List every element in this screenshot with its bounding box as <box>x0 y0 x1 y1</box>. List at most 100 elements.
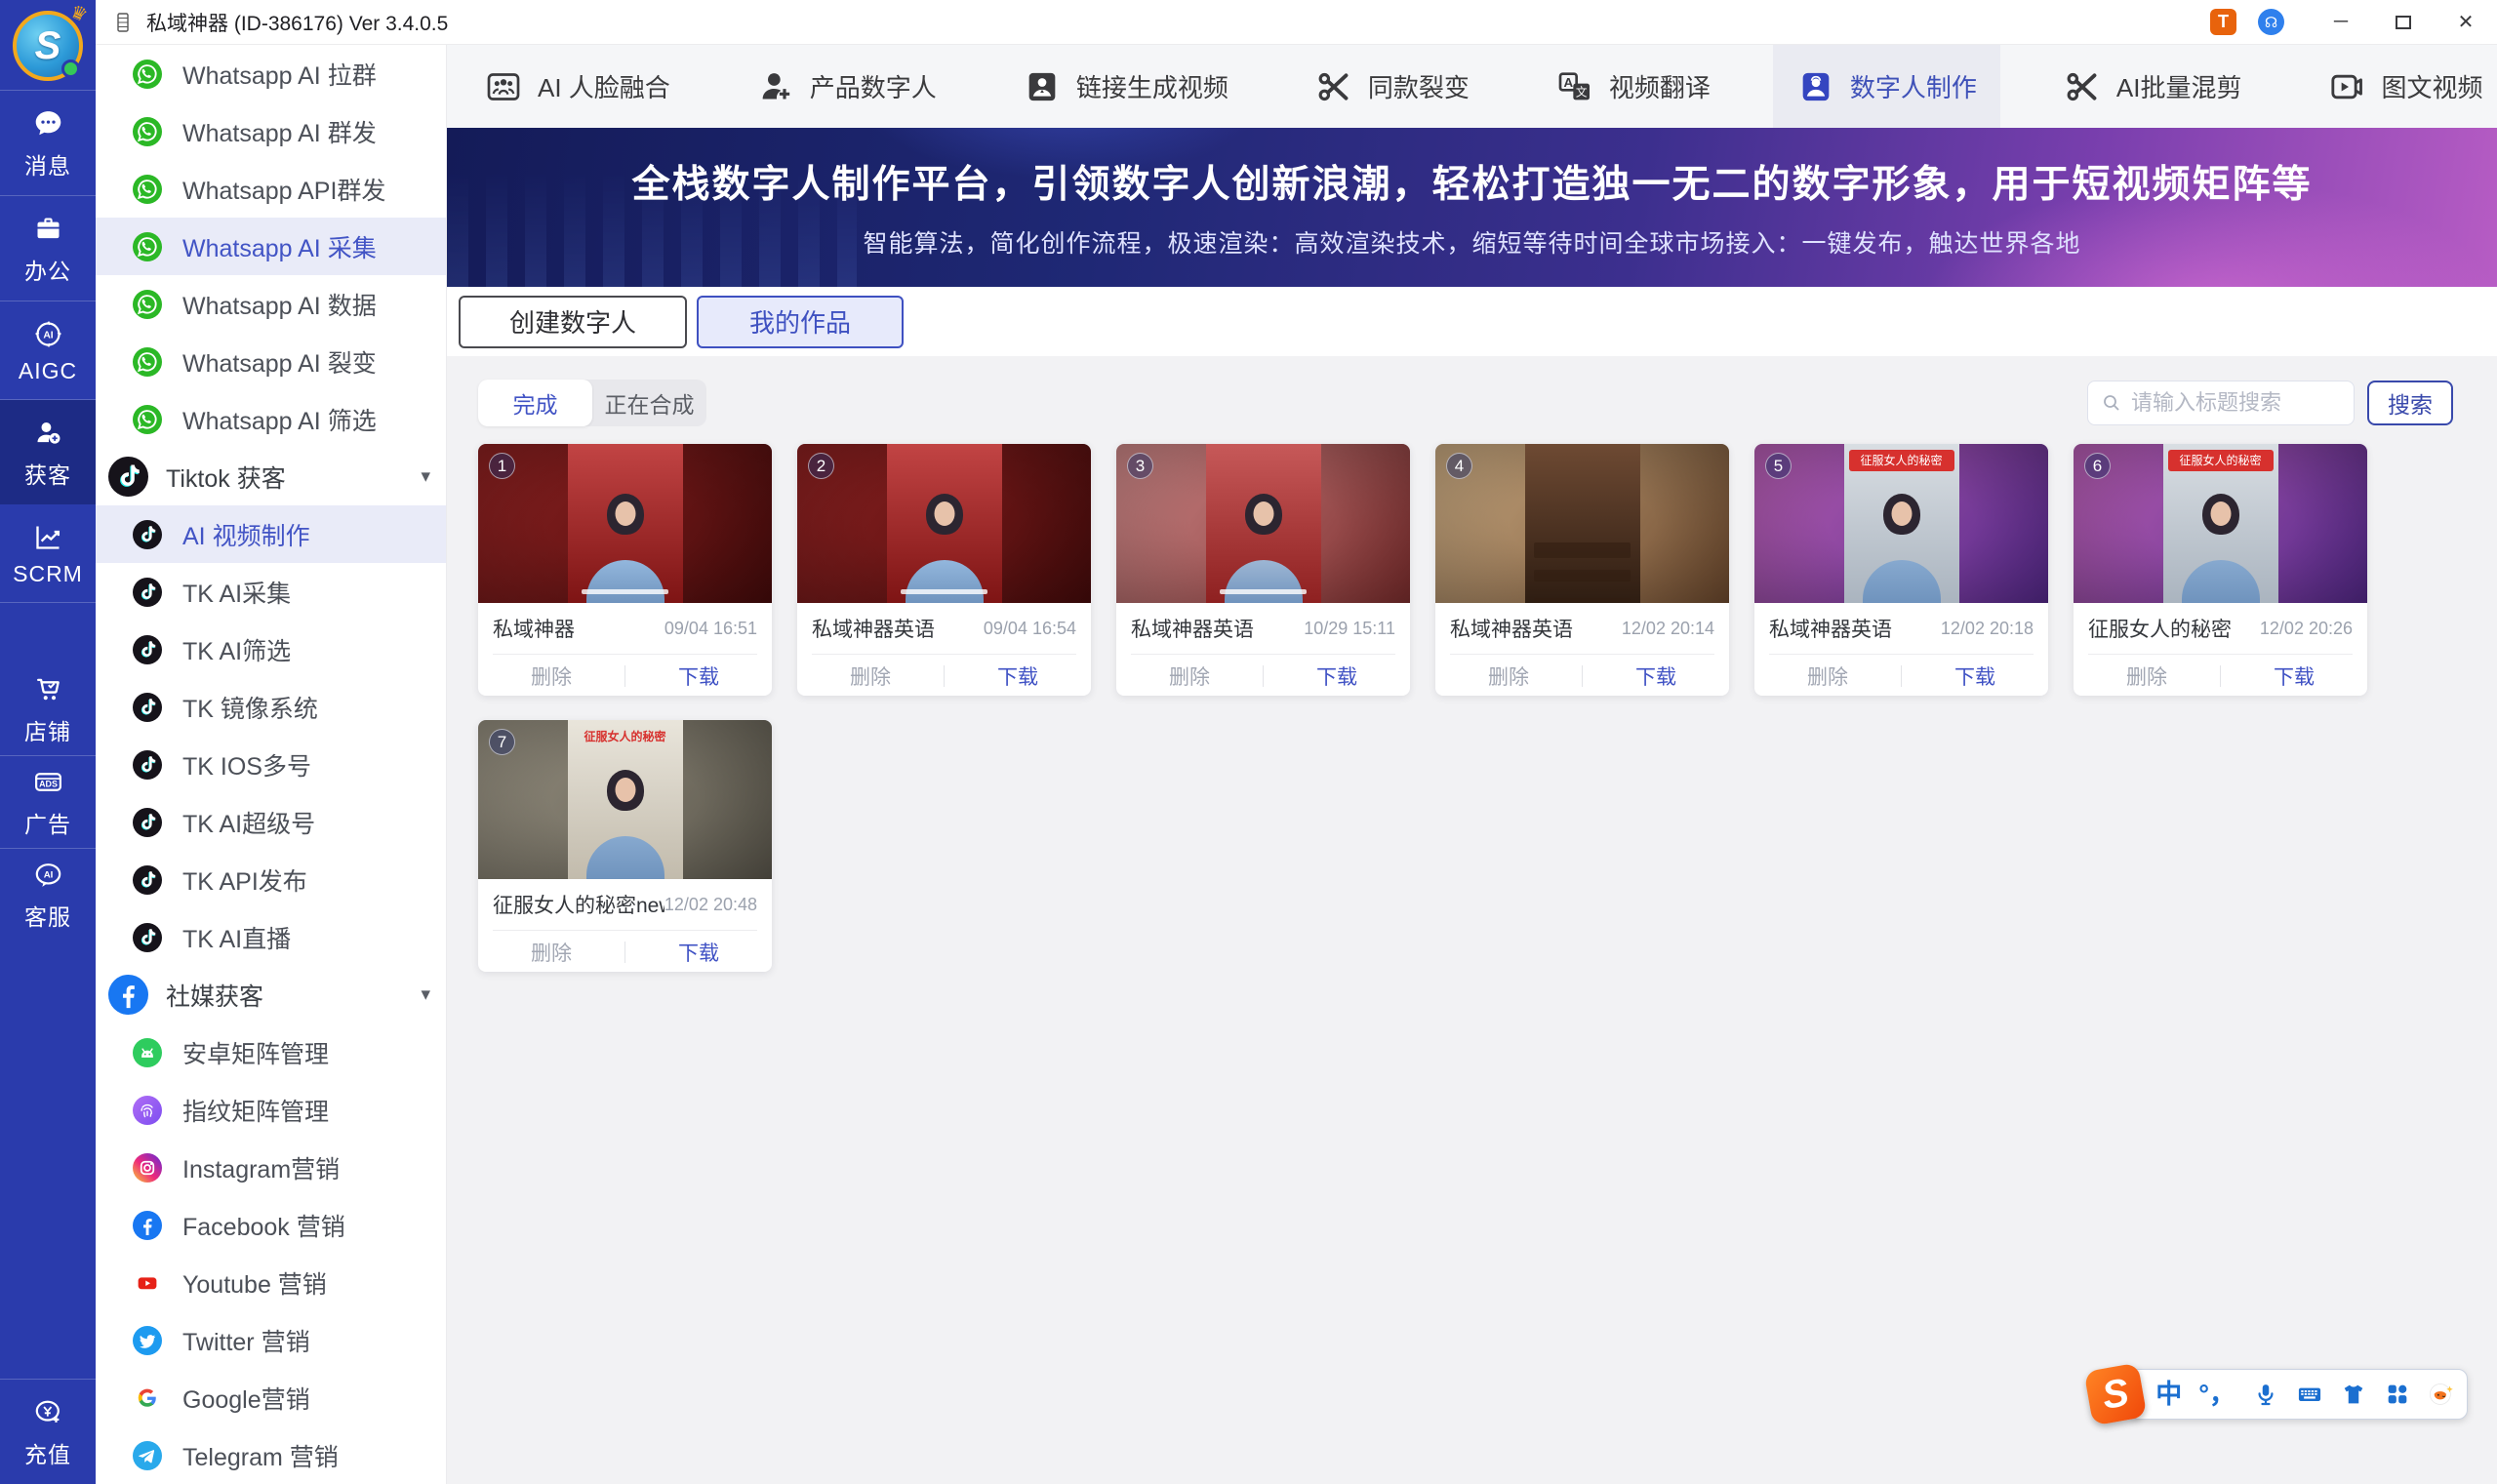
video-thumbnail[interactable]: 征服女人的秘密6 <box>2074 444 2367 603</box>
menu-item-whatsapp-ai-filter[interactable]: Whatsapp AI 筛选 <box>96 390 446 448</box>
menu-item-facebook-marketing[interactable]: Facebook 营销 <box>96 1196 446 1254</box>
tab-link-to-video[interactable]: 链接生成视频 <box>999 45 1252 128</box>
menu-item-tk-mirror-system[interactable]: TK 镜像系统 <box>96 678 446 736</box>
tab-avatar-production[interactable]: 数字人制作 <box>1773 45 2000 128</box>
delete-button[interactable]: 删除 <box>1754 662 1901 691</box>
rail-item-messages[interactable]: 消息 <box>0 91 96 195</box>
download-button[interactable]: 下载 <box>945 662 1091 691</box>
app-logo[interactable]: S ♛ <box>13 11 83 81</box>
menu-item-whatsapp-ai-bulk-send[interactable]: Whatsapp AI 群发 <box>96 102 446 160</box>
maximize-button[interactable] <box>2372 0 2435 45</box>
download-button[interactable]: 下载 <box>1902 662 2048 691</box>
sogou-logo-icon[interactable]: S <box>2084 1363 2148 1426</box>
feature-tabs: AI 人脸融合产品数字人链接生成视频同款裂变 A文视频翻译数字人制作 AI批量混剪 图… <box>447 45 2497 128</box>
menu-item-fingerprint-matrix[interactable]: 指纹矩阵管理 <box>96 1081 446 1139</box>
rail-item-office[interactable]: 办公 <box>0 196 96 301</box>
tab-completed[interactable]: 完成 <box>478 380 592 426</box>
video-thumbnail[interactable]: 2 <box>797 444 1091 603</box>
menu-item-whatsapp-ai-group-invite[interactable]: Whatsapp AI 拉群 <box>96 45 446 102</box>
card-title: 私域神器 <box>493 614 575 643</box>
download-button[interactable]: 下载 <box>1583 662 1729 691</box>
menu-item-android-matrix[interactable]: 安卓矩阵管理 <box>96 1023 446 1081</box>
menu-item-tiktok-acquisition[interactable]: Tiktok 获客▾ <box>96 448 446 505</box>
tiktok-icon <box>133 808 162 837</box>
ime-chinese-mode-icon[interactable]: 中 <box>2155 1382 2182 1408</box>
mascot-emoji-icon[interactable] <box>2428 1381 2455 1408</box>
menu-item-whatsapp-ai-collect[interactable]: Whatsapp AI 采集 <box>96 218 446 275</box>
search-input[interactable] <box>2131 390 2342 416</box>
menu-item-twitter-marketing[interactable]: Twitter 营销 <box>96 1311 446 1369</box>
thumbnail-center-frame <box>887 444 1002 603</box>
tab-pic-text-video[interactable]: 图文视频 <box>2304 45 2497 128</box>
card-info-row: 私域神器英语09/04 16:54 <box>797 603 1091 643</box>
menu-item-youtube-marketing[interactable]: Youtube 营销 <box>96 1254 446 1311</box>
acquire-icon <box>32 417 64 449</box>
ime-punctuation-icon[interactable]: °， <box>2198 1382 2235 1408</box>
menu-item-tk-api-publish[interactable]: TK API发布 <box>96 851 446 908</box>
toolbox-icon[interactable]: T <box>2210 9 2236 35</box>
rail-item-shop[interactable]: 店铺 <box>0 663 96 755</box>
delete-button[interactable]: 删除 <box>478 662 624 691</box>
menu-item-whatsapp-api-bulk-send[interactable]: Whatsapp API群发 <box>96 160 446 218</box>
download-button[interactable]: 下载 <box>625 938 772 967</box>
menu-item-label: Google营销 <box>182 1381 310 1416</box>
delete-button[interactable]: 删除 <box>797 662 944 691</box>
tab-product-avatar[interactable]: 产品数字人 <box>733 45 960 128</box>
close-button[interactable]: ✕ <box>2435 0 2497 45</box>
chevron-down-icon[interactable]: ▾ <box>421 983 430 1006</box>
download-button[interactable]: 下载 <box>625 662 772 691</box>
rail-item-ads[interactable]: ADS广告 <box>0 756 96 848</box>
menu-item-telegram-marketing[interactable]: Telegram 营销 <box>96 1426 446 1484</box>
tab-in-progress[interactable]: 正在合成 <box>592 380 706 426</box>
menu-item-social-media-acquisition[interactable]: 社媒获客▾ <box>96 966 446 1023</box>
chevron-down-icon[interactable]: ▾ <box>421 465 430 488</box>
menu-item-google-marketing[interactable]: Google营销 <box>96 1369 446 1426</box>
card-title: 征服女人的秘密new <box>493 890 665 919</box>
video-thumbnail[interactable]: 1 <box>478 444 772 603</box>
whatsapp-icon <box>133 117 162 146</box>
rail-item-scrm[interactable]: SCRM <box>0 504 96 602</box>
menu-item-instagram-marketing[interactable]: Instagram营销 <box>96 1139 446 1196</box>
search-button[interactable]: 搜索 <box>2367 381 2453 425</box>
video-thumbnail[interactable]: 征服女人的秘密7 <box>478 720 772 879</box>
tab-same-style-fission[interactable]: 同款裂变 <box>1291 45 1493 128</box>
rail-item-aigc[interactable]: AIAIGC <box>0 301 96 399</box>
tab-ai-face-fusion[interactable]: AI 人脸融合 <box>461 45 694 128</box>
menu-item-tk-ai-collect[interactable]: TK AI采集 <box>96 563 446 621</box>
tab-label: 图文视频 <box>2381 68 2482 104</box>
menu-item-whatsapp-ai-fission[interactable]: Whatsapp AI 裂变 <box>96 333 446 390</box>
delete-button[interactable]: 删除 <box>2074 662 2220 691</box>
rail-item-support[interactable]: AI客服 <box>0 849 96 941</box>
card-actions: 删除下载 <box>478 655 772 696</box>
whatsapp-icon <box>133 290 162 319</box>
thumbnail-index-badge: 6 <box>2084 453 2111 479</box>
download-button[interactable]: 下载 <box>2221 662 2367 691</box>
menu-item-tk-ios-multi[interactable]: TK IOS多号 <box>96 736 446 793</box>
menu-item-ai-video-production[interactable]: AI 视频制作 <box>96 505 446 563</box>
video-thumbnail[interactable]: 3 <box>1116 444 1410 603</box>
video-thumbnail[interactable]: 4 <box>1435 444 1729 603</box>
menu-item-label: 指纹矩阵管理 <box>182 1093 329 1128</box>
menu-item-whatsapp-ai-data[interactable]: Whatsapp AI 数据 <box>96 275 446 333</box>
download-button[interactable]: 下载 <box>1264 662 1410 691</box>
menu-item-tk-ai-filter[interactable]: TK AI筛选 <box>96 621 446 678</box>
menu-item-tk-ai-live[interactable]: TK AI直播 <box>96 908 446 966</box>
minimize-button[interactable]: ─ <box>2310 0 2372 45</box>
delete-button[interactable]: 删除 <box>1435 662 1582 691</box>
create-avatar-button[interactable]: 创建数字人 <box>459 296 687 348</box>
microphone-icon[interactable] <box>2252 1381 2279 1408</box>
video-thumbnail[interactable]: 征服女人的秘密5 <box>1754 444 2048 603</box>
delete-button[interactable]: 删除 <box>1116 662 1263 691</box>
tab-video-translate[interactable]: A文视频翻译 <box>1532 45 1734 128</box>
tab-ai-batch-cut[interactable]: AI批量混剪 <box>2039 45 2266 128</box>
assistant-icon[interactable]: ☊ <box>2258 9 2284 35</box>
skin-tshirt-icon[interactable] <box>2340 1381 2367 1408</box>
rail-item-acquisition[interactable]: 获客 <box>0 400 96 504</box>
keyboard-icon[interactable] <box>2296 1381 2323 1408</box>
banner-subline: 智能算法，简化创作流程，极速渲染：高效渲染技术，缩短等待时间全球市场接入：一键发… <box>447 224 2497 260</box>
rail-item-recharge[interactable]: 充值 <box>0 1380 96 1484</box>
menu-item-tk-ai-super[interactable]: TK AI超级号 <box>96 793 446 851</box>
delete-button[interactable]: 删除 <box>478 938 624 967</box>
toolbox-grid-icon[interactable] <box>2384 1381 2411 1408</box>
my-works-button[interactable]: 我的作品 <box>697 296 904 348</box>
